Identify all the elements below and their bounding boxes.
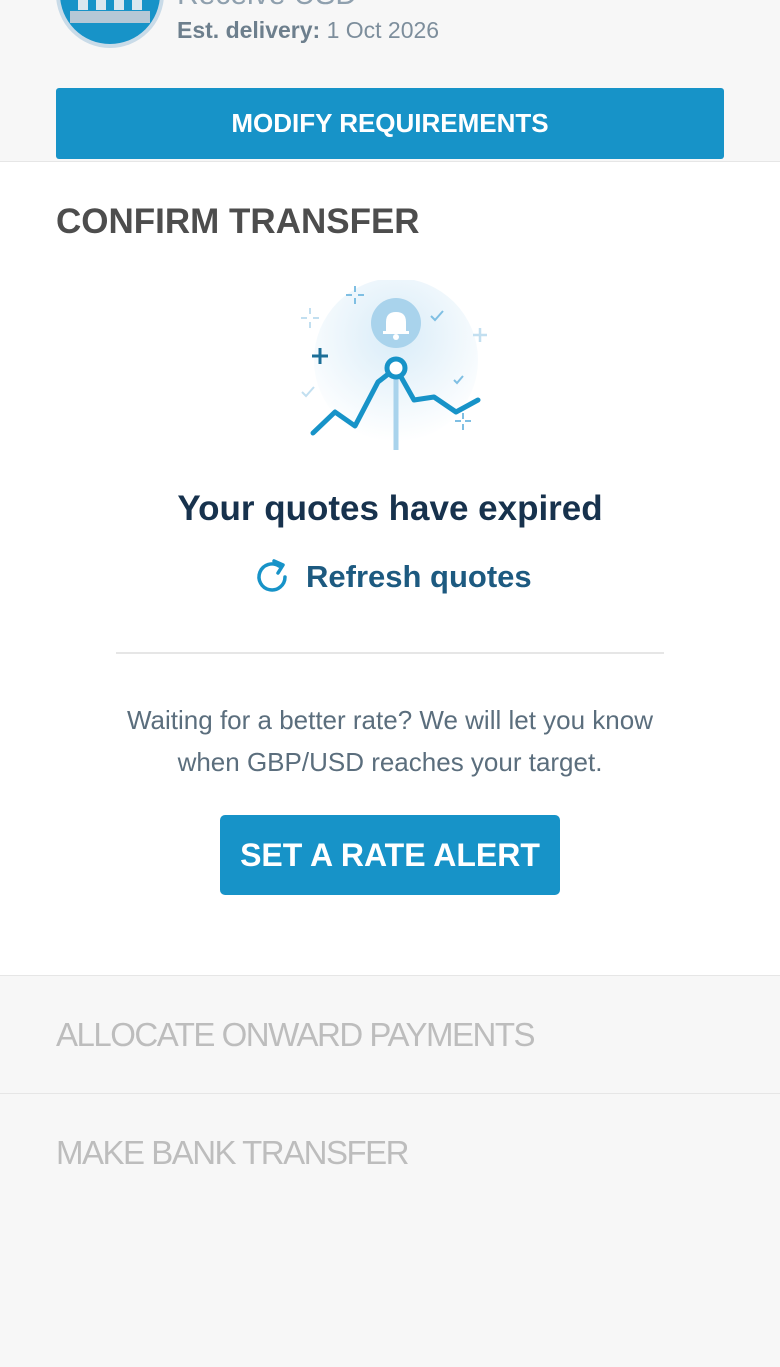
confirm-transfer-card: CONFIRM TRANSFER Your quotes have expire… <box>0 161 780 975</box>
rate-alert-description: Waiting for a better rate? We will let y… <box>126 705 653 777</box>
delivery-date: 1 Oct 2026 <box>326 17 440 43</box>
modify-requirements-button[interactable]: MODIFY REQUIREMENTS <box>56 88 724 159</box>
step-label: MAKE BANK TRANSFER <box>56 1134 409 1171</box>
step-allocate-onward-payments[interactable]: ALLOCATE ONWARD PAYMENTS <box>0 975 780 1093</box>
step-label: ALLOCATE ONWARD PAYMENTS <box>56 1016 536 1053</box>
refresh-icon <box>257 559 287 592</box>
bank-icon <box>56 0 164 48</box>
refresh-quotes-label: Refresh quotes <box>306 559 532 594</box>
estimated-delivery: Est. delivery: 1 Oct 2026 <box>177 17 439 44</box>
delivery-label: Est. delivery: <box>177 17 321 43</box>
set-rate-alert-button[interactable]: SET A RATE ALERT <box>220 815 560 895</box>
receive-currency-title: Receive USD <box>177 0 357 12</box>
refresh-quotes-link[interactable]: Refresh quotes <box>252 556 532 598</box>
rate-alert-chart-icon <box>290 278 490 455</box>
quotes-expired-message: Your quotes have expired <box>177 489 603 528</box>
receive-section: Receive USD Est. delivery: 1 Oct 2026 MO… <box>0 0 780 161</box>
divider <box>116 652 664 654</box>
step-make-bank-transfer[interactable]: MAKE BANK TRANSFER <box>0 1093 780 1367</box>
confirm-transfer-heading: CONFIRM TRANSFER <box>56 202 420 241</box>
